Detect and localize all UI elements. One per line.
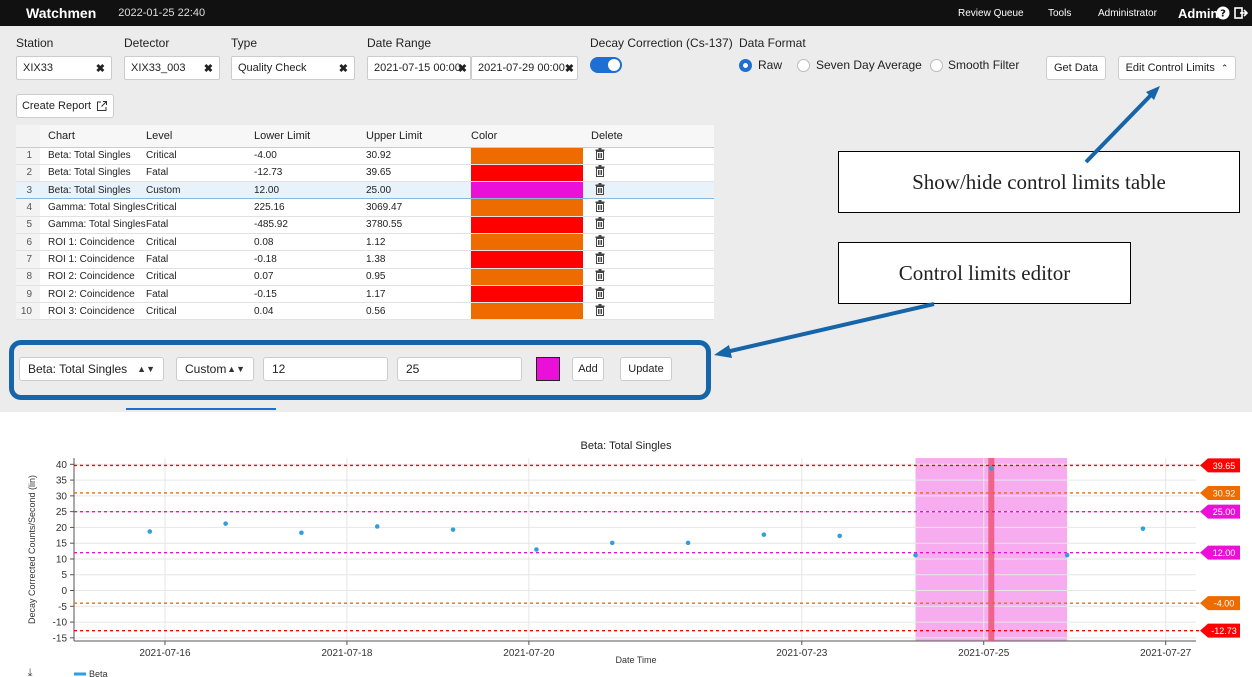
data-point [147, 529, 153, 534]
x-tick-label: 2021-07-27 [1140, 648, 1192, 659]
limit-tag-label: 39.65 [1213, 461, 1236, 471]
x-tick-label: 2021-07-18 [321, 648, 373, 659]
y-tick-label: 20 [56, 523, 68, 534]
data-point [685, 540, 691, 546]
x-axis-label: Date Time [615, 655, 656, 665]
y-tick-label: 30 [56, 491, 68, 502]
x-tick-label: 2021-07-25 [958, 648, 1010, 659]
arrow-head [714, 345, 732, 358]
sort-icon: ▲▼ [227, 364, 245, 374]
editor-color-swatch[interactable] [536, 357, 560, 381]
y-tick-label: -5 [58, 602, 67, 613]
y-tick-label: -10 [53, 618, 68, 629]
editor-level-select[interactable]: Custom ▲▼ [176, 357, 254, 381]
data-point [374, 524, 380, 529]
y-tick-label: -15 [53, 633, 68, 644]
download-icon: ⤓ [28, 666, 33, 677]
y-axis-label: Decay Corrected Counts/Second (lin) [27, 475, 37, 624]
data-point [1064, 552, 1070, 558]
data-point [534, 547, 539, 552]
arrow-to-edit-button [1084, 92, 1154, 164]
limit-tag-label: -12.73 [1211, 626, 1237, 636]
add-button[interactable]: Add [572, 357, 604, 381]
y-tick-label: 40 [56, 460, 68, 471]
x-tick-label: 2021-07-20 [503, 648, 555, 659]
editor-level-value: Custom [185, 362, 227, 376]
data-point [913, 552, 918, 558]
data-point [609, 540, 615, 546]
editor-chart-value: Beta: Total Singles [28, 362, 128, 376]
active-tab-indicator [126, 408, 276, 410]
update-button[interactable]: Update [620, 357, 672, 381]
limit-tag-label: -4.00 [1214, 599, 1235, 609]
limit-tag-label: 25.00 [1213, 507, 1236, 517]
data-point [223, 521, 228, 526]
control-limits-editor: Beta: Total Singles ▲▼ Custom ▲▼ 12 25 Add… [9, 340, 711, 400]
legend-label: Beta [89, 669, 108, 677]
data-point [761, 532, 767, 537]
beta-chart: -15 -10 -5 0 5 10 15 20 25 30 35 40 2021-07-16 2021-0… [27, 458, 1240, 677]
chart-panel: Beta: Total Singles -15 -10 -5 0 5 10 15 20 25 30… [0, 412, 1252, 677]
x-tick-label: 2021-07-23 [776, 648, 828, 659]
y-tick-label: 10 [56, 554, 68, 565]
data-point [989, 466, 994, 471]
y-tick-label: 35 [56, 476, 68, 487]
y-tick-label: 25 [56, 507, 68, 518]
editor-chart-select[interactable]: Beta: Total Singles ▲▼ [19, 357, 164, 381]
y-tick-label: 15 [56, 539, 68, 550]
highlight-marker [988, 458, 995, 641]
data-point [450, 527, 456, 532]
y-tick-label: 0 [61, 586, 67, 597]
arrow-to-editor [725, 302, 935, 354]
data-point [299, 530, 304, 536]
data-point [1140, 526, 1146, 531]
limit-tag-label: 12.00 [1213, 548, 1236, 558]
y-tick-label: 5 [61, 570, 67, 581]
editor-upper-limit-input[interactable]: 25 [397, 357, 522, 381]
data-point [837, 533, 842, 539]
editor-lower-limit-input[interactable]: 12 [263, 357, 388, 381]
sort-icon: ▲▼ [137, 364, 155, 374]
limit-tag-label: 30.92 [1213, 488, 1236, 498]
x-tick-label: 2021-07-16 [139, 648, 191, 659]
